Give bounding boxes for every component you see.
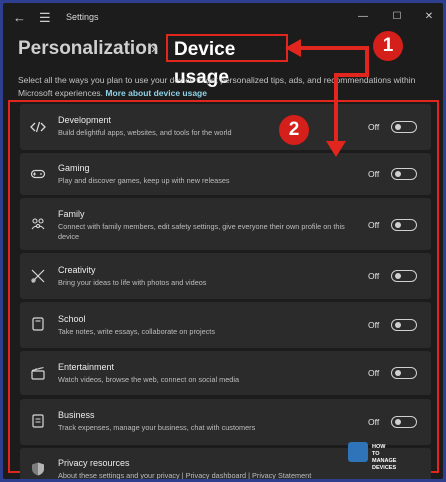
toggle-state-label: Off bbox=[368, 368, 380, 378]
option-development[interactable]: Development Build delightful apps, websi… bbox=[20, 104, 431, 150]
family-icon bbox=[31, 218, 45, 230]
description-text: Select all the ways you plan to use your… bbox=[18, 75, 416, 98]
option-creativity[interactable]: Creativity Bring your ideas to life with… bbox=[20, 253, 431, 299]
clapper-icon bbox=[31, 366, 45, 380]
page-title: Device usage bbox=[166, 34, 288, 88]
gamepad-icon bbox=[30, 169, 46, 179]
option-title: Creativity bbox=[58, 265, 96, 275]
development-toggle[interactable] bbox=[391, 121, 417, 133]
toggle-state-label: Off bbox=[368, 320, 380, 330]
notebook-icon bbox=[32, 317, 44, 331]
option-title: Development bbox=[58, 115, 112, 125]
privacy-links[interactable]: About these settings and your privacy | … bbox=[58, 471, 388, 479]
toggle-state-label: Off bbox=[368, 220, 380, 230]
option-family[interactable]: Family Connect with family members, edit… bbox=[20, 198, 431, 250]
option-subtitle: Track expenses, manage your business, ch… bbox=[58, 423, 256, 432]
annotation-arrow-1-head bbox=[285, 39, 301, 57]
toggle-state-label: Off bbox=[368, 122, 380, 132]
family-toggle[interactable] bbox=[391, 219, 417, 231]
option-subtitle: Play and discover games, keep up with ne… bbox=[58, 176, 230, 185]
close-button[interactable]: ✕ bbox=[419, 9, 439, 25]
annotation-arrow-2-line bbox=[334, 73, 338, 145]
option-title: Gaming bbox=[58, 163, 90, 173]
toggle-state-label: Off bbox=[368, 271, 380, 281]
logo-text: HOW TO MANAGE DEVICES bbox=[372, 444, 396, 472]
page-description: Select all the ways you plan to use your… bbox=[18, 74, 428, 100]
creativity-icon bbox=[31, 269, 45, 283]
title-bar: ← ☰ Settings — ☐ ✕ bbox=[3, 3, 443, 33]
logo-mark bbox=[348, 442, 368, 462]
toggle-state-label: Off bbox=[368, 169, 380, 179]
logo-line-3: MANAGE bbox=[372, 458, 397, 464]
option-subtitle: Take notes, write essays, collaborate on… bbox=[58, 327, 215, 336]
annotation-connector bbox=[365, 46, 369, 74]
code-icon bbox=[30, 121, 46, 133]
hamburger-menu-icon[interactable]: ☰ bbox=[39, 11, 53, 25]
briefcase-icon bbox=[32, 414, 44, 428]
logo-line-4: DEVICES bbox=[372, 465, 397, 471]
option-title: Entertainment bbox=[58, 362, 115, 372]
gaming-toggle[interactable] bbox=[391, 168, 417, 180]
option-school[interactable]: School Take notes, write essays, collabo… bbox=[20, 302, 431, 348]
business-toggle[interactable] bbox=[391, 416, 417, 428]
option-subtitle: Build delightful apps, websites, and too… bbox=[58, 128, 232, 137]
back-arrow-icon[interactable]: ← bbox=[13, 11, 27, 25]
option-title: School bbox=[58, 314, 86, 324]
annotation-badge-1: 1 bbox=[373, 31, 403, 61]
option-subtitle: Watch videos, browse the web, connect on… bbox=[58, 375, 240, 384]
annotation-badge-2: 2 bbox=[279, 115, 309, 145]
option-subtitle: Connect with family members, edit safety… bbox=[58, 222, 345, 241]
breadcrumb-personalization[interactable]: Personalization bbox=[18, 38, 158, 60]
option-entertainment[interactable]: Entertainment Watch videos, browse the w… bbox=[20, 351, 431, 395]
creativity-toggle[interactable] bbox=[391, 270, 417, 282]
toggle-state-label: Off bbox=[368, 417, 380, 427]
maximize-button[interactable]: ☐ bbox=[387, 9, 407, 25]
window-title: Settings bbox=[66, 12, 99, 22]
option-title: Privacy resources bbox=[58, 458, 130, 468]
more-about-device-usage-link[interactable]: More about device usage bbox=[105, 88, 207, 98]
logo-line-2: TO bbox=[372, 451, 380, 457]
option-title: Family bbox=[58, 209, 85, 219]
school-toggle[interactable] bbox=[391, 319, 417, 331]
entertainment-toggle[interactable] bbox=[391, 367, 417, 379]
how-to-manage-devices-logo: HOW TO MANAGE DEVICES bbox=[348, 440, 418, 471]
settings-window: ← ☰ Settings — ☐ ✕ Personalization › Dev… bbox=[3, 3, 443, 479]
logo-line-1: HOW bbox=[372, 444, 386, 450]
option-subtitle: Bring your ideas to life with photos and… bbox=[58, 278, 207, 287]
shield-icon bbox=[32, 462, 44, 476]
option-gaming[interactable]: Gaming Play and discover games, keep up … bbox=[20, 153, 431, 195]
option-title: Business bbox=[58, 410, 95, 420]
breadcrumb-separator: › bbox=[151, 40, 156, 56]
option-business[interactable]: Business Track expenses, manage your bus… bbox=[20, 399, 431, 445]
annotation-arrow-1-line bbox=[294, 46, 366, 50]
minimize-button[interactable]: — bbox=[353, 9, 373, 25]
annotation-arrow-2-head bbox=[326, 141, 346, 157]
annotation-connector-h bbox=[334, 73, 369, 77]
